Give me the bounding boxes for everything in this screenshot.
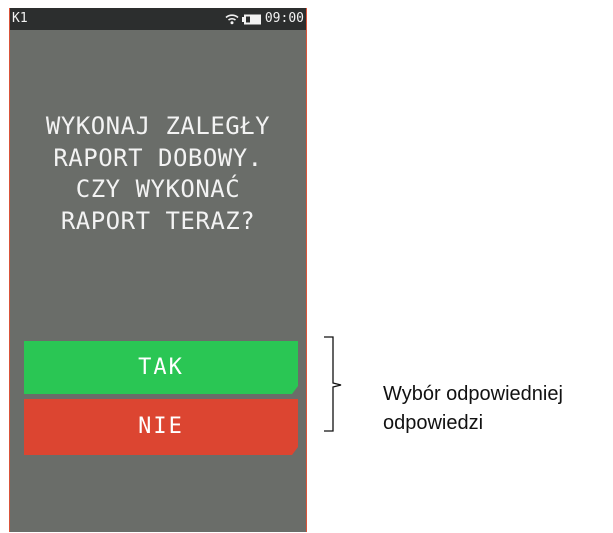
annotation-line: odpowiedzi (383, 412, 484, 434)
annotation-line: Wybór odpowiedniej (383, 383, 563, 405)
annotation-caption: Wybór odpowiedniej odpowiedzi (383, 380, 563, 438)
status-bar: K1 09:00 (10, 8, 306, 30)
no-button[interactable]: NIE (24, 399, 298, 455)
clock: 09:00 (264, 11, 304, 26)
battery-icon (241, 14, 262, 25)
dialog-message: WYKONAJ ZALEGŁY RAPORT DOBOWY. CZY WYKON… (10, 111, 306, 237)
brace-bracket (324, 336, 342, 432)
terminal-label: K1 (12, 11, 28, 26)
yes-button[interactable]: TAK (24, 341, 298, 394)
device-screen: K1 09:00 WYKONAJ ZALEGŁY RAPORT DOBOWY. (9, 8, 307, 532)
status-right: 09:00 (225, 8, 304, 30)
message-line: RAPORT DOBOWY. (53, 143, 263, 172)
message-line: RAPORT TERAZ? (60, 206, 256, 235)
wifi-icon (225, 13, 239, 25)
message-line: WYKONAJ ZALEGŁY (45, 112, 271, 140)
message-line: CZY WYKONAĆ (75, 175, 241, 203)
